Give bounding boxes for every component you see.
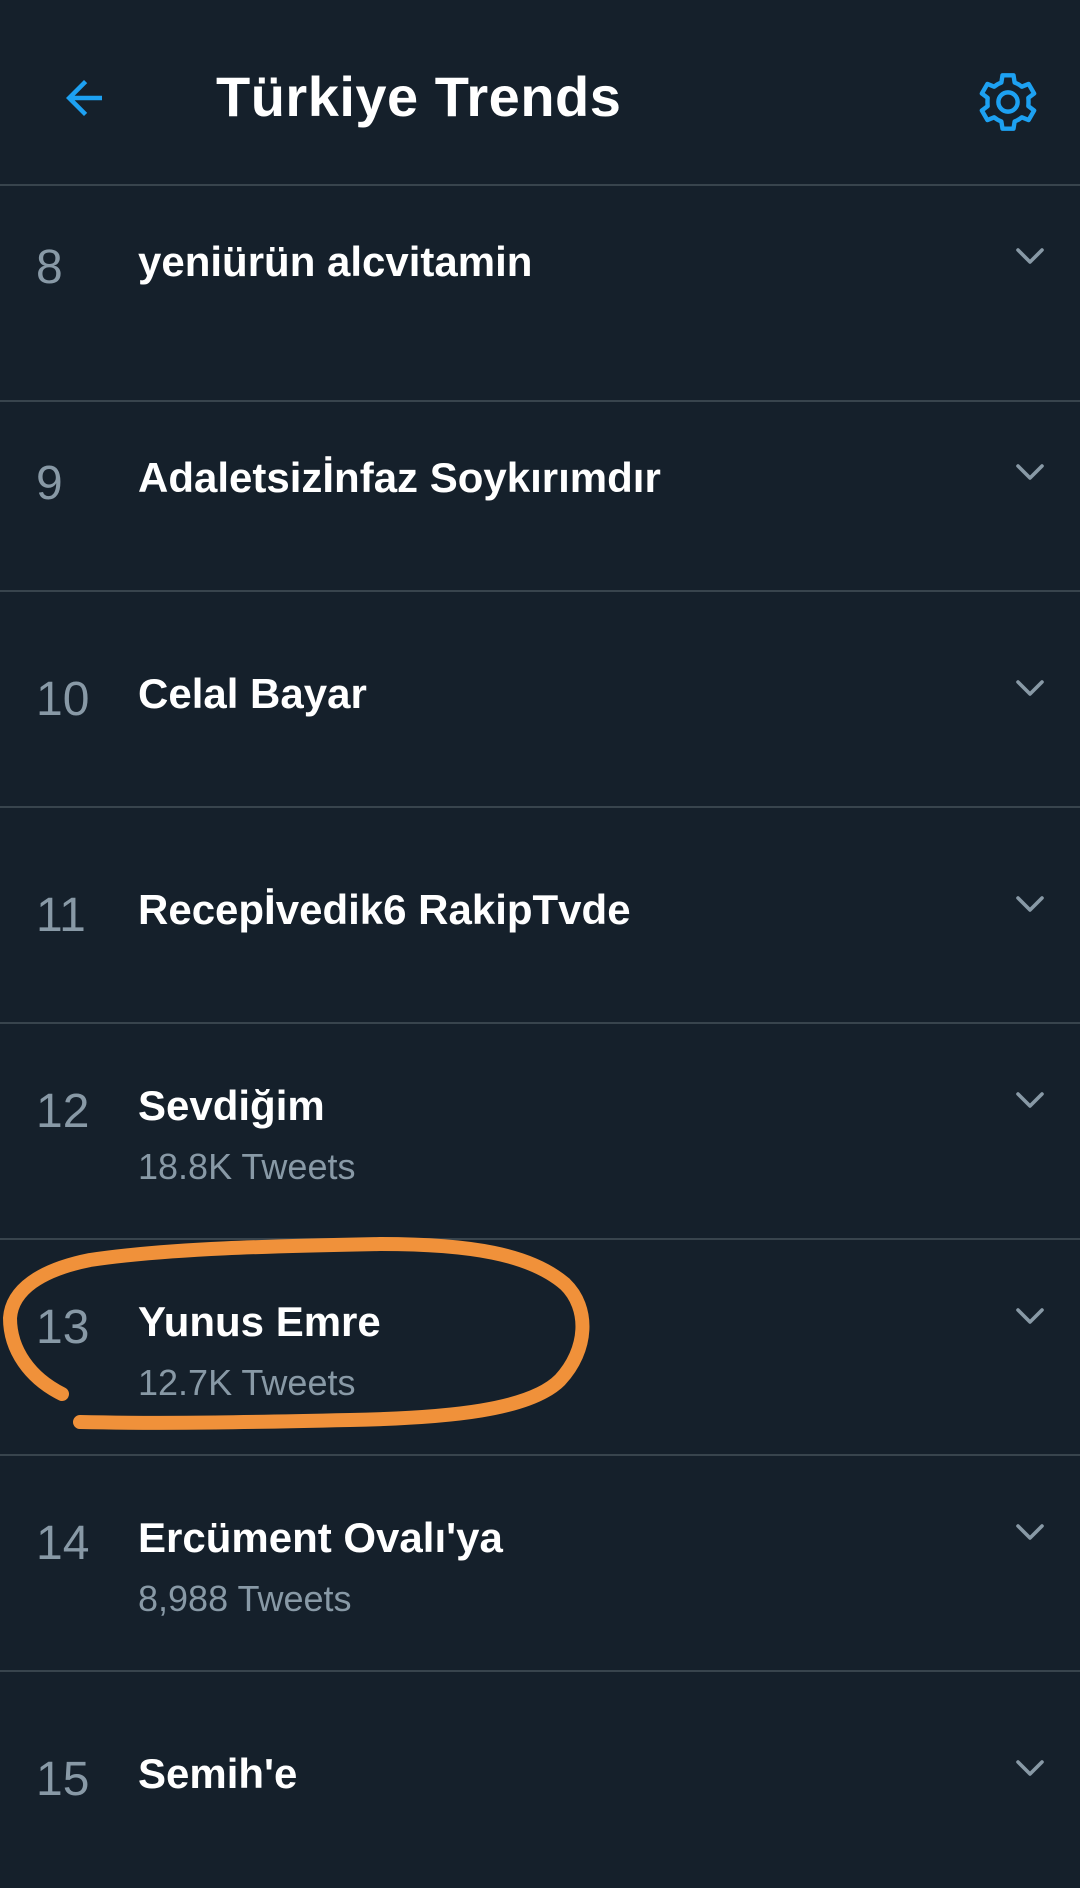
top-bar: Türkiye Trends	[0, 0, 1080, 186]
trend-rank: 14	[36, 1517, 90, 1570]
trend-rank: 10	[36, 673, 90, 726]
chevron-down-icon[interactable]	[1006, 880, 1054, 928]
chevron-down-icon[interactable]	[1006, 664, 1054, 712]
arrow-left-icon	[66, 80, 102, 116]
trend-name: Ercüment Ovalı'ya	[138, 1514, 503, 1561]
tweet-count: 12.7K Tweets	[138, 1362, 356, 1403]
chevron-down-icon[interactable]	[1006, 1076, 1054, 1124]
trend-row[interactable]: 15 Semih'e	[0, 1672, 1080, 1888]
trend-name: yeniürün alcvitamin	[138, 238, 533, 285]
gear-icon	[979, 73, 1037, 131]
trend-rank: 13	[36, 1301, 90, 1354]
trend-name: Sevdiğim	[138, 1082, 325, 1129]
trend-row[interactable]: 13 Yunus Emre 12.7K Tweets	[0, 1240, 1080, 1456]
trend-name: Semih'e	[138, 1750, 298, 1797]
trend-row[interactable]: 9 Adaletsizİnfaz Soykırımdır	[0, 376, 1080, 592]
trend-rank: 12	[36, 1085, 90, 1138]
trend-row[interactable]: 11 Recepİvedik6 RakipTvde	[0, 808, 1080, 1024]
chevron-down-icon[interactable]	[1006, 1508, 1054, 1556]
trend-row[interactable]: 12 Sevdiğim 18.8K Tweets	[0, 1024, 1080, 1240]
trend-rank: 15	[36, 1753, 90, 1806]
trend-name: Recepİvedik6 RakipTvde	[138, 886, 631, 933]
trend-name: Yunus Emre	[138, 1298, 381, 1345]
chevron-down-icon[interactable]	[1006, 1292, 1054, 1340]
trend-row[interactable]: 10 Celal Bayar	[0, 592, 1080, 808]
settings-button[interactable]	[972, 66, 1044, 138]
chevron-down-icon[interactable]	[1006, 232, 1054, 280]
chevron-down-icon[interactable]	[1006, 1744, 1054, 1792]
trend-name: Celal Bayar	[138, 670, 367, 717]
trend-rank: 8	[36, 241, 63, 294]
trend-rank: 11	[36, 889, 86, 942]
trend-row[interactable]: 14 Ercüment Ovalı'ya 8,988 Tweets	[0, 1456, 1080, 1672]
trend-rank: 9	[36, 457, 63, 510]
tweet-count: 18.8K Tweets	[138, 1146, 356, 1187]
trend-name: Adaletsizİnfaz Soykırımdır	[138, 454, 661, 501]
chevron-down-icon[interactable]	[1006, 448, 1054, 496]
trend-row[interactable]: 8 yeniürün alcvitamin	[0, 186, 1080, 402]
back-button[interactable]	[52, 66, 116, 130]
tweet-count: 8,988 Tweets	[138, 1578, 352, 1619]
page-title: Türkiye Trends	[216, 65, 622, 128]
